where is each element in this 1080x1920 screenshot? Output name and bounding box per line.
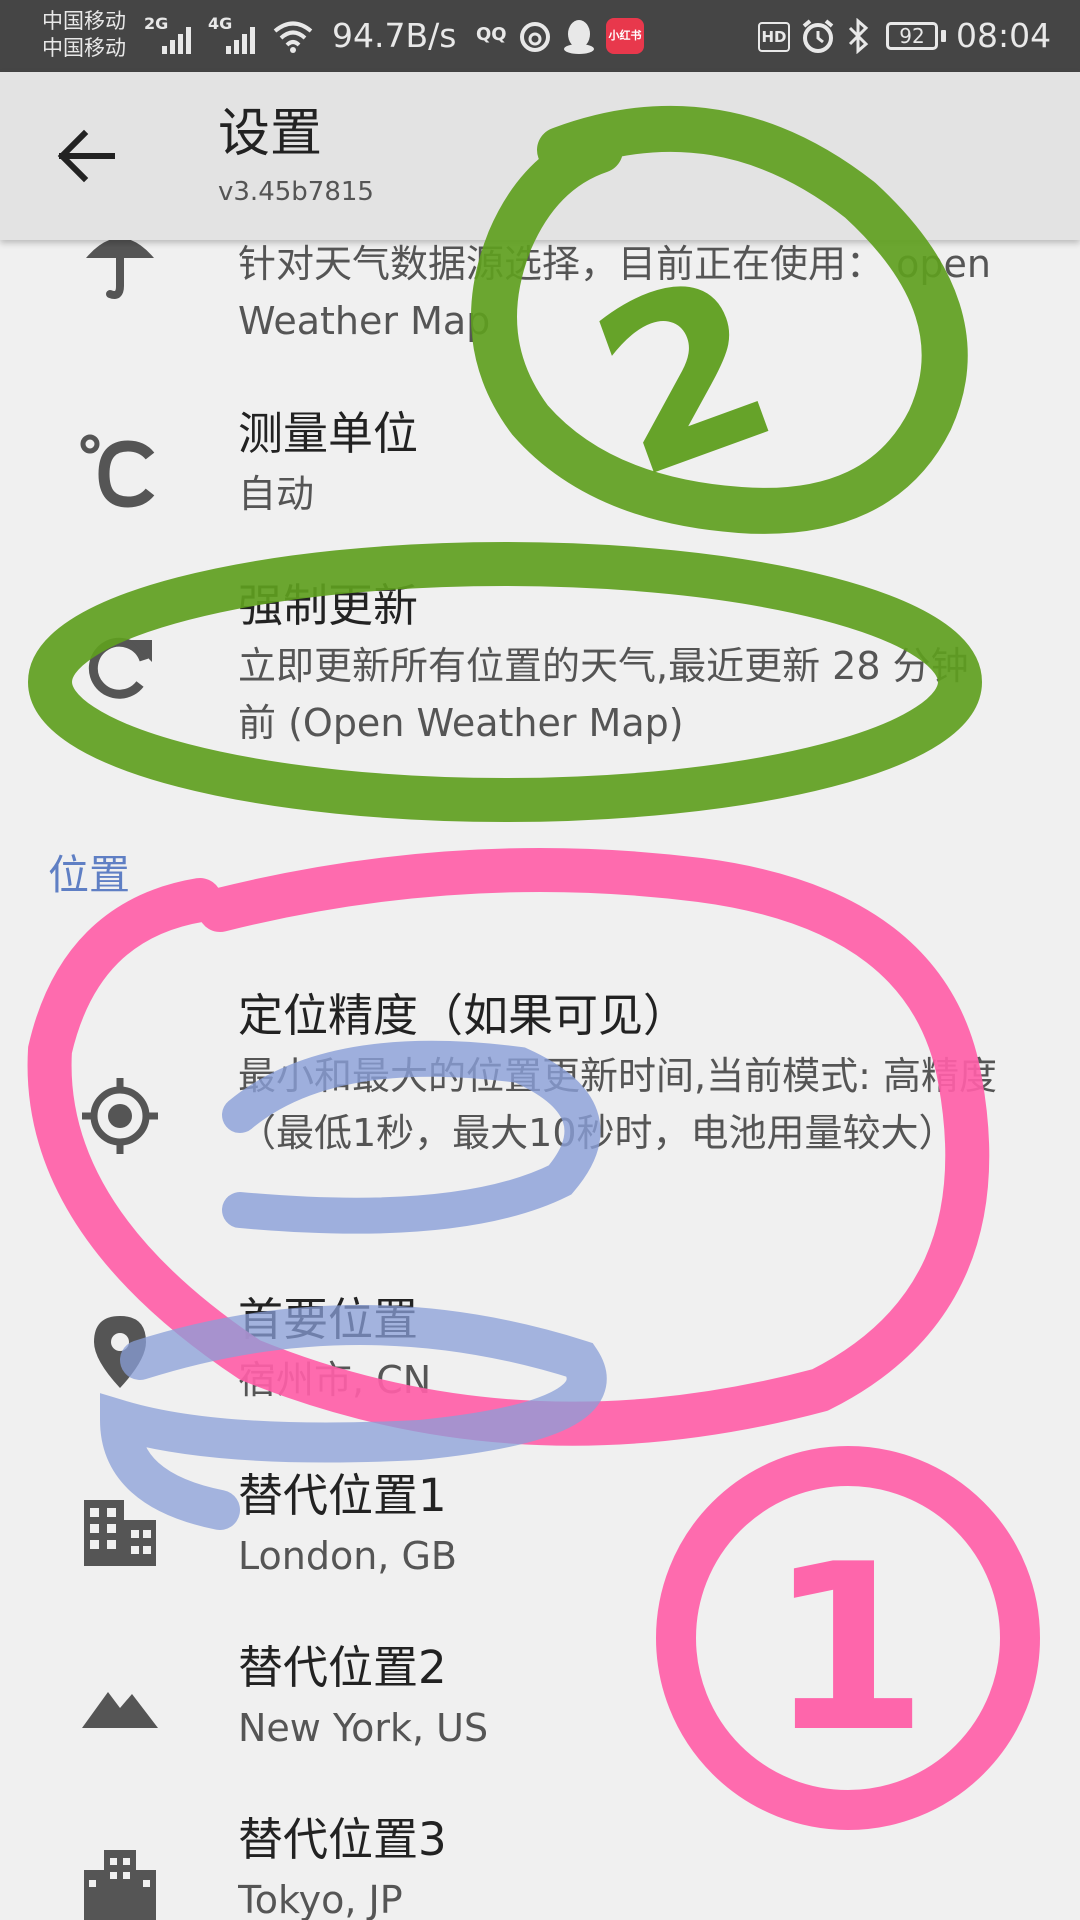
primary-location-title: 首要位置 [238,1293,419,1346]
battery-level: 92 [886,22,938,50]
wifi-icon [273,21,313,53]
settings-screen: 中国移动 中国移动 2G 4G 94.7B/s QQ 小红书 HD 92 08:… [0,0,1080,1920]
carrier-labels: 中国移动 中国移动 [42,8,152,62]
signal-bars-icon [162,27,191,54]
setting-location-accuracy[interactable]: 定位精度（如果可见） 最小和最大的位置更新时间,当前模式: 高精度（最低1秒，最… [0,986,1080,1286]
celsius-icon [80,434,155,508]
setting-force-update[interactable]: 强制更新 立即更新所有位置的天气,最近更新 28 分钟 前 (Open Weat… [0,576,1080,826]
clock: 08:04 [956,16,1052,55]
setting-alt-location-2[interactable]: 替代位置2 New York, US [0,1638,1080,1764]
section-header-location: 位置 [48,851,130,899]
refresh-icon [88,637,152,699]
bluetooth-icon [848,18,869,54]
xiaohongshu-badge: 小红书 [606,18,644,54]
primary-location-summary: 宿州市, CN [238,1358,432,1402]
alt-location-1-title: 替代位置1 [238,1469,447,1522]
setting-units[interactable]: 测量单位 自动 [0,404,1080,530]
version-label: v3.45b7815 [218,177,374,207]
force-update-title: 强制更新 [238,579,419,632]
units-title: 测量单位 [238,407,419,460]
building-icon [84,1500,156,1566]
back-arrow-icon[interactable] [48,118,124,194]
force-update-summary: 立即更新所有位置的天气,最近更新 28 分钟 前 (Open Weather M… [238,644,969,745]
hd-badge: HD [758,22,790,52]
qq-label: QQ [476,24,507,45]
page-title: 设置 [218,104,323,164]
qq-penguin-icon [564,20,594,54]
umbrella-icon [86,240,154,299]
accuracy-title: 定位精度（如果可见） [238,989,689,1042]
setting-alt-location-1[interactable]: 替代位置1 London, GB [0,1466,1080,1592]
gps-target-icon [82,1078,158,1154]
alt-location-3-summary: Tokyo, JP [238,1878,403,1920]
alarm-icon [802,19,834,53]
setting-primary-location[interactable]: 首要位置 宿州市, CN [0,1290,1080,1416]
network-speed: 94.7B/s [332,16,457,55]
units-summary: 自动 [238,472,315,516]
mountain-icon [82,1692,158,1728]
netease-music-icon [520,22,550,52]
carrier-1-label: 中国移动 [42,9,126,33]
toolbar: 设置 v3.45b7815 [0,72,1080,240]
signal-bars-2-icon [226,27,255,54]
alt-location-1-summary: London, GB [238,1534,457,1578]
weather-source-summary: 针对天气数据源选择，目前正在使用： open Weather Map [238,242,991,343]
setting-weather-source[interactable]: 针对天气数据源选择，目前正在使用： open Weather Map [0,240,1080,364]
alt-location-2-title: 替代位置2 [238,1641,447,1694]
setting-alt-location-3[interactable]: 替代位置3 Tokyo, JP [0,1810,1080,1920]
settings-list[interactable]: 针对天气数据源选择，目前正在使用： open Weather Map 测量单位 … [0,240,1080,1920]
alt-location-3-title: 替代位置3 [238,1813,447,1866]
accuracy-summary: 最小和最大的位置更新时间,当前模式: 高精度（最低1秒，最大10秒时，电池用量较… [238,1054,997,1155]
city-icon [84,1850,156,1920]
carrier-2-label: 中国移动 [42,36,126,60]
battery-tip [941,30,946,42]
location-pin-icon [94,1316,146,1388]
status-bar: 中国移动 中国移动 2G 4G 94.7B/s QQ 小红书 HD 92 08:… [0,0,1080,72]
alt-location-2-summary: New York, US [238,1706,489,1750]
